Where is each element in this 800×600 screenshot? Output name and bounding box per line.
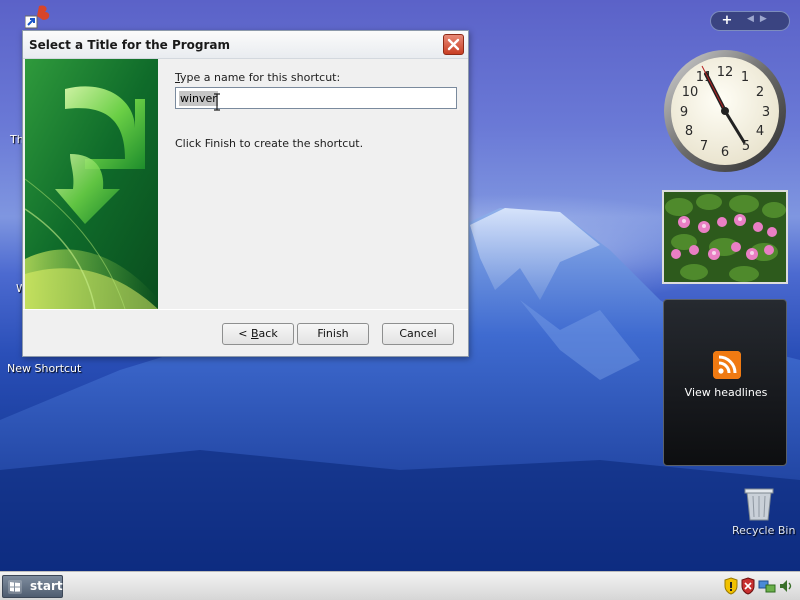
svg-text:4: 4 — [756, 124, 764, 139]
back-button-rest: ack — [258, 327, 278, 340]
system-tray — [724, 577, 792, 595]
svg-text:8: 8 — [685, 124, 693, 139]
text-cursor-icon — [214, 93, 220, 111]
volume-icon[interactable] — [780, 580, 792, 592]
water-lily-photo — [664, 192, 786, 282]
new-shortcut-label[interactable]: New Shortcut — [7, 362, 81, 375]
selected-input-text: winver — [179, 91, 218, 106]
svg-text:10: 10 — [682, 85, 699, 100]
svg-text:9: 9 — [680, 105, 688, 120]
svg-text:3: 3 — [762, 105, 770, 120]
view-headlines-link[interactable]: View headlines — [664, 386, 788, 399]
wizard-arrow-graphic — [25, 59, 158, 309]
start-label: start — [30, 579, 63, 593]
shortcut-icon[interactable] — [25, 2, 55, 32]
shortcut-name-label: Type a name for this shortcut: — [175, 71, 340, 84]
taskbar: start — [0, 571, 800, 600]
dialog-titlebar[interactable]: Select a Title for the Program — [23, 31, 468, 59]
sidebar-controls: + ◀▶ — [710, 11, 790, 31]
svg-text:7: 7 — [700, 139, 708, 154]
close-button[interactable] — [443, 34, 464, 55]
windows-logo-icon — [8, 580, 22, 594]
sidebar-nav-arrows-icon[interactable]: ◀▶ — [747, 14, 773, 24]
wizard-banner-image — [25, 59, 158, 309]
dialog-title: Select a Title for the Program — [29, 38, 231, 52]
recycle-bin-label[interactable]: Recycle Bin — [732, 524, 795, 537]
shortcut-name-label-text: ype a name for this shortcut: — [180, 71, 341, 84]
rss-feed-icon — [713, 351, 741, 379]
back-button-prefix: < — [238, 327, 251, 340]
cancel-button[interactable]: Cancel — [382, 323, 454, 345]
svg-text:12: 12 — [717, 65, 734, 80]
back-button[interactable]: < Back — [222, 323, 294, 345]
svg-text:1: 1 — [741, 70, 749, 85]
add-gadget-button[interactable]: + — [715, 13, 739, 29]
close-icon — [447, 38, 460, 51]
feed-headlines-gadget[interactable]: View headlines — [663, 299, 787, 466]
back-button-hotkey: B — [251, 327, 259, 340]
slideshow-gadget[interactable] — [662, 190, 788, 284]
finish-button[interactable]: Finish — [297, 323, 369, 345]
network-icon[interactable] — [758, 580, 776, 593]
start-button[interactable]: start — [2, 575, 63, 598]
svg-text:2: 2 — [756, 85, 764, 100]
security-shield-icon[interactable] — [724, 577, 738, 595]
defender-warning-icon[interactable] — [741, 577, 755, 595]
clock-gadget[interactable]: 12 12 345 678 91011 — [662, 48, 788, 174]
svg-text:6: 6 — [721, 145, 729, 160]
finish-hint-text: Click Finish to create the shortcut. — [175, 137, 364, 150]
button-separator — [23, 309, 468, 310]
create-shortcut-dialog: Select a Title for the Program Type a na… — [22, 30, 469, 357]
recycle-bin-icon[interactable] — [740, 486, 778, 522]
